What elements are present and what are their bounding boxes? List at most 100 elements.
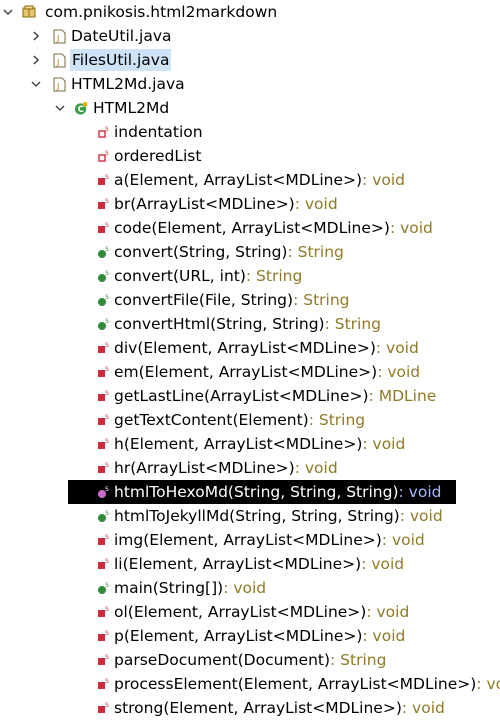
member-signature: h(Element, ArrayList<MDLine>) : void [114,432,405,456]
svg-text:S: S [105,606,109,613]
member-row-html-to-jekyll-md[interactable]: ShtmlToJekyllMd(String, String, String) … [0,504,500,528]
svg-text:S: S [105,510,109,517]
svg-text:S: S [105,342,109,349]
private-static-method-icon: S [96,648,110,672]
member-row-convert-string[interactable]: Sconvert(String, String) : String [0,240,500,264]
java-file-icon: J [52,24,66,48]
member-name: br(ArrayList<MDLine>) [114,195,295,213]
public-static-method-icon: S [96,240,110,264]
member-row-html-to-hexo-md[interactable]: ShtmlToHexoMd(String, String, String) : … [68,480,456,504]
chevron-down-icon[interactable] [2,0,14,24]
member-row-indentation[interactable]: Sindentation [0,120,500,144]
member-row-img[interactable]: Simg(Element, ArrayList<MDLine>) : void [0,528,500,552]
member-name: code(Element, ArrayList<MDLine>) [114,219,390,237]
member-signature: getLastLine(ArrayList<MDLine>) : MDLine [114,384,436,408]
public-static-method-icon: S [96,288,110,312]
svg-text:S: S [105,150,109,157]
member-row-hr[interactable]: Shr(ArrayList<MDLine>) : void [0,456,500,480]
member-row-code[interactable]: Scode(Element, ArrayList<MDLine>) : void [0,216,500,240]
file-row-filesutil[interactable]: J FilesUtil.java [0,48,500,72]
svg-text:J: J [56,58,59,67]
svg-text:S: S [105,582,109,589]
member-name: indentation [114,123,203,141]
private-static-method-icon: S [96,600,110,624]
member-row-get-text-content[interactable]: SgetTextContent(Element) : String [0,408,500,432]
member-row-convert-url[interactable]: Sconvert(URL, int) : String [0,264,500,288]
svg-text:S: S [105,558,109,565]
package-label: com.pnikosis.html2markdown [45,3,278,21]
public-static-method-icon: S [96,264,110,288]
member-return-type: : void [389,219,433,237]
member-name: div(Element, ArrayList<MDLine>) [114,339,376,357]
svg-text:S: S [105,702,109,709]
member-name: htmlToHexoMd(String, String, String) [114,483,399,501]
file-row-dateutil[interactable]: J DateUtil.java [0,24,500,48]
member-return-type: : void [362,627,406,645]
svg-text:J: J [56,34,59,43]
member-row-em[interactable]: Sem(Element, ArrayList<MDLine>) : void [0,360,500,384]
member-row-div[interactable]: Sdiv(Element, ArrayList<MDLine>) : void [0,336,500,360]
member-signature: htmlToHexoMd(String, String, String) : v… [114,480,441,504]
chevron-right-icon[interactable] [30,24,42,48]
java-file-icon: J [52,72,66,96]
member-name: a(Element, ArrayList<MDLine>) [114,171,363,189]
member-row-convert-file[interactable]: SconvertFile(File, String) : String [0,288,500,312]
svg-text:S: S [105,318,109,325]
svg-text:S: S [105,534,109,541]
member-signature: convertFile(File, String) : String [114,288,350,312]
svg-text:C: C [78,104,84,114]
svg-text:S: S [105,198,109,205]
member-signature: ol(Element, ArrayList<MDLine>) : void [114,600,409,624]
public-static-method-icon: S [96,504,110,528]
member-return-type: : String [245,267,303,285]
package-icon [22,0,36,24]
member-row-a[interactable]: Sa(Element, ArrayList<MDLine>) : void [0,168,500,192]
svg-text:S: S [105,654,109,661]
member-row-h[interactable]: Sh(Element, ArrayList<MDLine>) : void [0,432,500,456]
member-signature: li(Element, ArrayList<MDLine>) : void [114,552,404,576]
member-signature: htmlToJekyllMd(String, String, String) :… [114,504,443,528]
member-row-strong[interactable]: Sstrong(Element, ArrayList<MDLine>) : vo… [0,696,500,720]
member-signature: main(String[]) : void [114,576,266,600]
member-name: parseDocument(Document) [114,651,331,669]
class-label: HTML2Md [93,99,170,117]
member-return-type: : String [308,411,366,429]
package-row[interactable]: com.pnikosis.html2markdown [0,0,500,24]
member-return-type: : String [330,651,387,669]
member-signature: indentation [114,120,203,144]
member-signature: orderedList [114,144,201,168]
member-signature: parseDocument(Document) : String [114,648,386,672]
member-return-type: : void [294,459,338,477]
member-name: orderedList [114,147,202,165]
chevron-down-icon[interactable] [30,72,42,96]
member-return-type: : void [362,435,406,453]
member-row-convert-html[interactable]: SconvertHtml(String, String) : String [0,312,500,336]
chevron-down-icon[interactable] [54,96,66,120]
member-signature: convert(String, String) : String [114,240,344,264]
file-row-html2md[interactable]: J HTML2Md.java [0,72,500,96]
member-row-ol[interactable]: Sol(Element, ArrayList<MDLine>) : void [0,600,500,624]
member-row-main[interactable]: Smain(String[]) : void [0,576,500,600]
member-name: strong(Element, ArrayList<MDLine>) [114,699,402,717]
chevron-right-icon[interactable] [30,48,42,72]
member-signature: hr(ArrayList<MDLine>) : void [114,456,338,480]
member-signature: img(Element, ArrayList<MDLine>) : void [114,528,425,552]
member-name: ol(Element, ArrayList<MDLine>) [114,603,367,621]
member-row-parse-document[interactable]: SparseDocument(Document) : String [0,648,500,672]
member-signature: p(Element, ArrayList<MDLine>) : void [114,624,405,648]
private-static-method-icon: S [96,168,110,192]
member-signature: processElement(Element, ArrayList<MDLine… [114,672,500,696]
member-row-li[interactable]: Sli(Element, ArrayList<MDLine>) : void [0,552,500,576]
member-row-get-last-line[interactable]: SgetLastLine(ArrayList<MDLine>) : MDLine [0,384,500,408]
svg-text:S: S [105,390,109,397]
member-row-br[interactable]: Sbr(ArrayList<MDLine>) : void [0,192,500,216]
member-row-p[interactable]: Sp(Element, ArrayList<MDLine>) : void [0,624,500,648]
private-static-method-icon: S [96,696,110,720]
member-row-ordered-list[interactable]: SorderedList [0,144,500,168]
class-icon: C [74,96,88,120]
private-static-field-icon: S [96,120,110,144]
member-name: processElement(Element, ArrayList<MDLine… [114,675,477,693]
class-row[interactable]: C HTML2Md [0,96,500,120]
member-signature: getTextContent(Element) : String [114,408,365,432]
member-row-process-element[interactable]: SprocessElement(Element, ArrayList<MDLin… [0,672,500,696]
